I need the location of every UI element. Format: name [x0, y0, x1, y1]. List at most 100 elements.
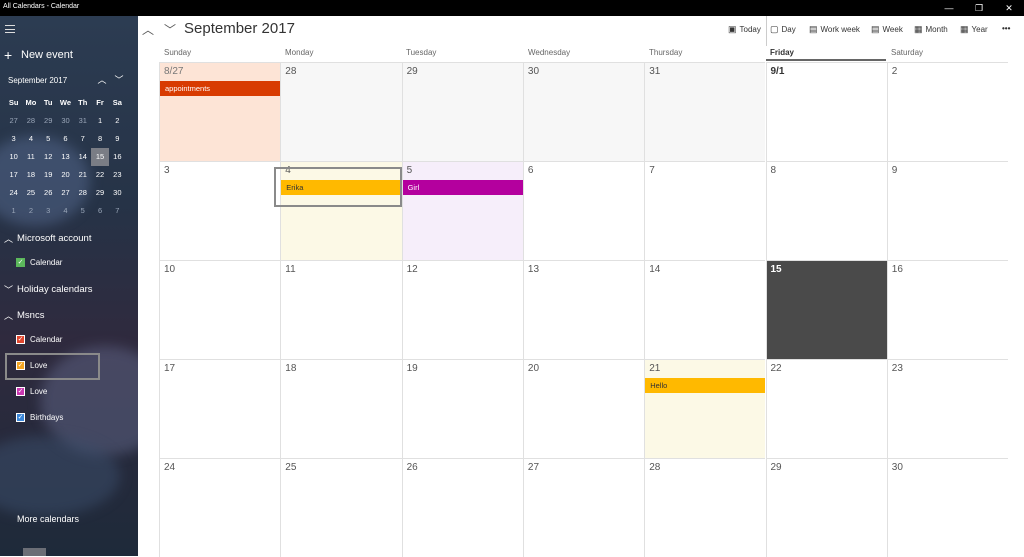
day-cell[interactable]: 21 — [644, 359, 766, 458]
mini-day[interactable]: 2 — [22, 202, 39, 220]
day-cell[interactable]: 31 — [644, 62, 766, 161]
checkbox-icon[interactable]: ✓ — [16, 387, 25, 396]
next-month-icon[interactable]: ﹀ — [164, 21, 176, 38]
calendar-item-birthdays[interactable]: ✓ Birthdays — [16, 413, 63, 422]
mini-day[interactable]: 15 — [91, 148, 109, 166]
calendar-item-msncs-calendar[interactable]: ✓ Calendar — [16, 335, 62, 344]
week-view-button[interactable]: ▤ Week — [871, 24, 903, 35]
mini-day[interactable]: 12 — [40, 148, 57, 166]
calendar-item-love-magenta[interactable]: ✓ Love — [16, 387, 47, 396]
day-cell[interactable]: 28 — [280, 62, 402, 161]
mini-day[interactable]: 1 — [5, 202, 22, 220]
day-cell[interactable]: 29 — [765, 458, 887, 557]
day-cell[interactable]: 11 — [280, 260, 402, 359]
mini-day[interactable]: 22 — [91, 166, 108, 184]
day-cell[interactable]: 20 — [522, 359, 645, 458]
day-cell[interactable]: 18 — [280, 359, 402, 458]
day-cell[interactable]: 29 — [401, 62, 523, 161]
mini-day[interactable]: 4 — [22, 130, 39, 148]
mini-day[interactable]: 3 — [40, 202, 57, 220]
mini-day[interactable]: 5 — [74, 202, 91, 220]
year-view-button[interactable]: ▦ Year — [960, 24, 988, 35]
mini-day[interactable]: 23 — [109, 166, 126, 184]
mini-day[interactable]: 9 — [109, 130, 126, 148]
hamburger-menu-icon[interactable] — [5, 25, 15, 33]
day-cell[interactable]: 2 — [886, 62, 1009, 161]
day-cell[interactable]: 8/27 — [159, 62, 281, 161]
calendar-item-microsoft-calendar[interactable]: ✓ Calendar — [16, 258, 62, 267]
mini-day[interactable]: 6 — [91, 202, 108, 220]
day-cell[interactable]: 23 — [886, 359, 1009, 458]
today-button[interactable]: ▣ Today — [728, 24, 761, 35]
day-cell[interactable]: 6 — [522, 161, 645, 260]
mini-day[interactable]: 28 — [22, 112, 39, 130]
mini-day[interactable]: 21 — [74, 166, 91, 184]
minimize-button[interactable]: — — [934, 0, 964, 16]
day-cell[interactable]: 12 — [401, 260, 523, 359]
more-calendars-link[interactable]: More calendars — [17, 514, 79, 524]
checkbox-icon[interactable]: ✓ — [16, 361, 25, 370]
more-options-button[interactable]: ••• — [1002, 24, 1010, 33]
section-microsoft-account[interactable]: ︿ Microsoft account — [4, 232, 91, 245]
mini-day[interactable]: 6 — [57, 130, 74, 148]
mini-day[interactable]: 24 — [5, 184, 22, 202]
mini-day[interactable]: 16 — [109, 148, 126, 166]
day-cell[interactable]: 7 — [644, 161, 766, 260]
mini-day[interactable]: 19 — [40, 166, 57, 184]
mini-day[interactable]: 30 — [57, 112, 74, 130]
section-holiday-calendars[interactable]: ﹀ Holiday calendars — [4, 283, 93, 296]
day-cell[interactable]: 3 — [159, 161, 281, 260]
day-cell[interactable]: 8 — [765, 161, 887, 260]
mini-day[interactable]: 28 — [74, 184, 91, 202]
mini-day[interactable]: 20 — [57, 166, 74, 184]
mini-day[interactable]: 4 — [57, 202, 74, 220]
day-cell[interactable]: 22 — [765, 359, 887, 458]
mail-icon[interactable]: ✉ — [0, 548, 23, 557]
mini-day[interactable]: 1 — [91, 112, 108, 130]
new-event-button[interactable]: + New event — [4, 48, 73, 62]
day-cell[interactable]: 30 — [522, 62, 645, 161]
day-cell[interactable]: 13 — [522, 260, 645, 359]
mini-day[interactable]: 17 — [5, 166, 22, 184]
mini-day[interactable]: 18 — [22, 166, 39, 184]
mini-day[interactable]: 27 — [57, 184, 74, 202]
mini-day[interactable]: 7 — [74, 130, 91, 148]
mini-day[interactable]: 8 — [91, 130, 108, 148]
checkbox-icon[interactable]: ✓ — [16, 335, 25, 344]
mini-day[interactable]: 26 — [40, 184, 57, 202]
day-cell[interactable]: 9/1 — [765, 62, 887, 161]
calendar-event[interactable]: appointments — [160, 81, 281, 96]
month-view-button[interactable]: ▦ Month — [914, 24, 948, 35]
day-cell[interactable]: 10 — [159, 260, 281, 359]
mini-day[interactable]: 2 — [109, 112, 126, 130]
mini-day[interactable]: 29 — [40, 112, 57, 130]
mini-day[interactable]: 14 — [74, 148, 91, 166]
day-cell[interactable]: 24 — [159, 458, 281, 557]
mini-day[interactable]: 25 — [22, 184, 39, 202]
checkbox-icon[interactable]: ✓ — [16, 413, 25, 422]
feedback-smiley-icon[interactable]: ☺ — [69, 548, 92, 556]
mini-day[interactable]: 11 — [22, 148, 39, 166]
day-cell[interactable]: 15 — [765, 260, 887, 359]
day-cell[interactable]: 17 — [159, 359, 281, 458]
mini-day[interactable]: 30 — [109, 184, 126, 202]
day-cell[interactable]: 27 — [522, 458, 645, 557]
calendar-event[interactable]: Hello — [645, 378, 766, 393]
mini-day[interactable]: 5 — [40, 130, 57, 148]
close-button[interactable]: ✕ — [994, 0, 1024, 16]
day-cell[interactable]: 26 — [401, 458, 523, 557]
day-cell[interactable]: 16 — [886, 260, 1009, 359]
work-week-view-button[interactable]: ▤ Work week — [809, 24, 860, 35]
checkbox-icon[interactable]: ✓ — [16, 258, 25, 267]
calendar-item-love-orange[interactable]: ✓ Love — [16, 361, 47, 370]
mini-day[interactable]: 3 — [5, 130, 22, 148]
maximize-button[interactable]: ❐ — [964, 0, 994, 16]
mini-next-month-icon[interactable]: ﹀ — [113, 74, 125, 86]
day-cell[interactable]: 9 — [886, 161, 1009, 260]
prev-month-icon[interactable]: ︿ — [142, 21, 154, 38]
calendar-icon[interactable]: ▦ — [23, 548, 46, 556]
mini-day[interactable]: 31 — [74, 112, 91, 130]
mini-day[interactable]: 7 — [109, 202, 126, 220]
section-msncs[interactable]: ︿ Msncs — [4, 309, 44, 322]
day-cell[interactable]: 25 — [280, 458, 402, 557]
